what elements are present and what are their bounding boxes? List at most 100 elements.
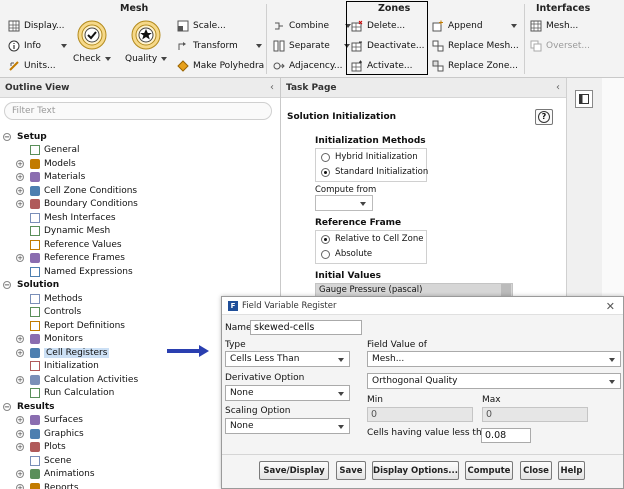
collapse-node-icon[interactable]: − (3, 281, 11, 290)
threshold-label: Cells having value less than (367, 428, 493, 438)
separate-button[interactable]: Separate (273, 38, 350, 54)
relative-to-cell-zone-radio[interactable]: Relative to Cell Zone (321, 234, 423, 244)
help-dialog-button[interactable]: Help (558, 461, 585, 480)
make-polyhedra-button[interactable]: Make Polyhedra (177, 58, 264, 74)
tree-item-run-calculation[interactable]: Run Calculation (30, 387, 114, 401)
tree-item-solution[interactable]: − Solution (3, 279, 59, 293)
compute-button[interactable]: Compute (465, 461, 513, 480)
view-toggle-button[interactable] (575, 90, 593, 108)
report-definitions-icon (30, 320, 40, 331)
chevron-down-icon (338, 392, 344, 396)
tree-item-materials[interactable]: + Materials (16, 171, 85, 185)
tree-item-reference-values[interactable]: Reference Values (30, 238, 122, 252)
tree-item-graphics[interactable]: + Graphics (16, 427, 84, 441)
tree-item-named-expressions[interactable]: Named Expressions (30, 265, 133, 279)
tree-item-methods[interactable]: Methods (30, 292, 82, 306)
display-button[interactable]: Display... (8, 18, 64, 34)
expand-node-icon[interactable]: + (16, 429, 24, 438)
adjacency-button[interactable]: Adjacency... (273, 58, 343, 74)
expand-node-icon[interactable]: + (16, 416, 24, 425)
tree-item-cell-registers[interactable]: + Cell Registers (16, 346, 110, 360)
info-label: Info (24, 41, 42, 51)
name-input[interactable]: skewed-cells (250, 320, 362, 335)
tree-item-reference-frames[interactable]: + Reference Frames (16, 252, 125, 266)
quality-button[interactable]: Quality (125, 20, 168, 64)
field-category-dropdown[interactable]: Mesh... (367, 351, 621, 367)
scroll-up-icon[interactable] (501, 284, 511, 296)
save-button[interactable]: Save (336, 461, 366, 480)
expand-node-icon[interactable]: + (16, 254, 24, 263)
tree-item-calculation-activities[interactable]: + Calculation Activities (16, 373, 138, 387)
help-button[interactable]: ? (535, 109, 553, 125)
tree-item-boundary-conditions[interactable]: + Boundary Conditions (16, 198, 138, 212)
check-button[interactable]: Check (73, 20, 111, 64)
tree-item-report-definitions[interactable]: Report Definitions (30, 319, 125, 333)
polyhedra-icon (177, 60, 189, 72)
field-variable-dropdown[interactable]: Orthogonal Quality (367, 373, 621, 389)
tree-item-plots[interactable]: + Plots (16, 441, 66, 455)
activate-button[interactable]: Activate... (351, 58, 412, 74)
tree-item-dynamic-mesh[interactable]: Dynamic Mesh (30, 225, 110, 239)
tree-item-animations[interactable]: + Animations (16, 468, 95, 482)
close-button[interactable]: Close (520, 461, 552, 480)
expand-node-icon[interactable]: + (16, 335, 24, 344)
overset-label: Overset... (546, 41, 590, 51)
expand-node-icon[interactable]: + (16, 483, 24, 489)
tree-item-label: Cell Registers (44, 347, 110, 358)
expand-node-icon[interactable]: + (16, 348, 24, 357)
scaling-option-dropdown[interactable]: None (225, 418, 350, 434)
collapse-panel-icon[interactable]: ‹ (556, 82, 560, 93)
absolute-radio[interactable]: Absolute (321, 249, 372, 259)
interface-mesh-button[interactable]: Mesh... (530, 18, 578, 34)
compute-from-dropdown[interactable] (315, 195, 373, 211)
tree-item-monitors[interactable]: + Monitors (16, 333, 83, 347)
standard-initialization-radio[interactable]: Standard Initialization (321, 167, 428, 177)
tree-item-scene[interactable]: Scene (30, 454, 71, 468)
field-category-value: Mesh... (372, 354, 405, 364)
derivative-option-dropdown[interactable]: None (225, 385, 350, 401)
tree-item-cell-zone-conditions[interactable]: + Cell Zone Conditions (16, 184, 137, 198)
mesh-group-title: Mesh (120, 3, 149, 14)
filter-text-input[interactable]: Filter Text (4, 102, 272, 120)
tree-item-general[interactable]: General (30, 144, 79, 158)
collapse-node-icon[interactable]: − (3, 132, 11, 141)
save-display-button[interactable]: Save/Display (259, 461, 329, 480)
expand-node-icon[interactable]: + (16, 159, 24, 168)
combine-button[interactable]: Combine (273, 18, 352, 34)
tree-item-label: Surfaces (44, 415, 83, 426)
append-label: Append (448, 21, 483, 31)
replace-mesh-button[interactable]: Replace Mesh... (432, 38, 519, 54)
tree-item-setup[interactable]: − Setup (3, 130, 47, 144)
delete-zone-button[interactable]: Delete... (351, 18, 405, 34)
replace-zone-button[interactable]: Replace Zone... (432, 58, 518, 74)
overset-button[interactable]: Overset... (530, 38, 590, 54)
collapse-panel-icon[interactable]: ‹ (270, 82, 274, 93)
tree-item-label: Named Expressions (44, 266, 133, 277)
expand-node-icon[interactable]: + (16, 470, 24, 479)
tree-item-reports[interactable]: + Reports (16, 481, 79, 489)
expand-node-icon[interactable]: + (16, 443, 24, 452)
close-icon[interactable]: ✕ (606, 300, 615, 313)
expand-node-icon[interactable]: + (16, 173, 24, 182)
display-options-button[interactable]: Display Options... (372, 461, 459, 480)
tree-item-results[interactable]: − Results (3, 400, 55, 414)
hybrid-initialization-radio[interactable]: Hybrid Initialization (321, 152, 418, 162)
deactivate-button[interactable]: Deactivate... (351, 38, 424, 54)
expand-node-icon[interactable]: + (16, 200, 24, 209)
tree-item-label: Monitors (44, 334, 83, 345)
type-dropdown[interactable]: Cells Less Than (225, 351, 350, 367)
transform-button[interactable]: Transform (177, 38, 262, 54)
tree-item-initialization[interactable]: Initialization (30, 360, 99, 374)
threshold-input[interactable]: 0.08 (481, 428, 531, 443)
tree-item-surfaces[interactable]: + Surfaces (16, 414, 83, 428)
expand-node-icon[interactable]: + (16, 186, 24, 195)
expand-node-icon[interactable]: + (16, 375, 24, 384)
scale-button[interactable]: Scale... (177, 18, 226, 34)
units-button[interactable]: Units... (8, 58, 56, 74)
tree-item-models[interactable]: + Models (16, 157, 76, 171)
collapse-node-icon[interactable]: − (3, 402, 11, 411)
tree-item-mesh-interfaces[interactable]: Mesh Interfaces (30, 211, 116, 225)
append-button[interactable]: Append (432, 18, 517, 34)
tree-item-controls[interactable]: Controls (30, 306, 81, 320)
info-button[interactable]: Info (8, 38, 68, 54)
